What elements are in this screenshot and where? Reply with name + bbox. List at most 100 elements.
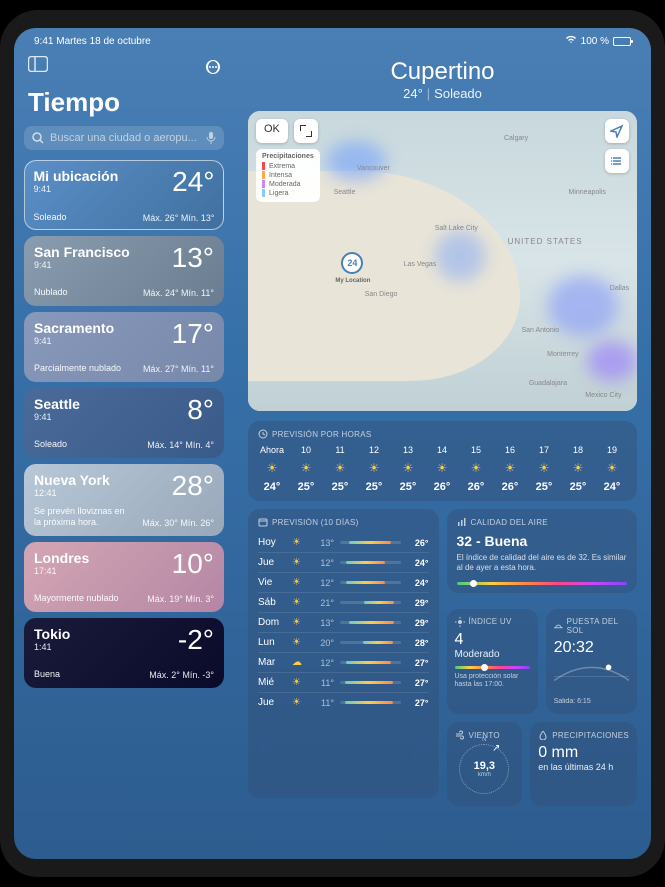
day-high: 24° <box>407 578 429 588</box>
sun-icon: ☀ <box>301 461 312 475</box>
daily-row[interactable]: Jue ☀ 12° 24° <box>258 552 429 572</box>
city-card[interactable]: Londres 17:41 10° Mayormente nublado Máx… <box>24 542 224 612</box>
hour-time: 11 <box>335 445 344 455</box>
city-condition: Soleado <box>34 212 67 223</box>
hour-column: 12 ☀ 25° <box>360 445 388 493</box>
precipitation-card[interactable]: PRECIPITACIONES 0 mm en las últimas 24 h <box>530 722 637 806</box>
day-low: 12° <box>312 558 334 568</box>
wifi-icon <box>565 35 577 47</box>
map-layers-button[interactable] <box>605 149 629 173</box>
map-locate-button[interactable] <box>605 119 629 143</box>
temp-range-bar <box>340 601 401 604</box>
daily-row[interactable]: Jue ☀ 11° 27° <box>258 692 429 712</box>
day-low: 12° <box>312 658 334 668</box>
search-input[interactable]: Buscar una ciudad o aeropu... <box>24 126 224 150</box>
daily-row[interactable]: Mar ☁ 12° 27° <box>258 652 429 672</box>
city-temp: 10° <box>172 550 214 578</box>
city-name: Seattle <box>34 396 80 412</box>
map-ok-button[interactable]: OK <box>256 119 288 143</box>
temp-range-bar <box>340 561 401 564</box>
wind-card[interactable]: VIENTO N ↗ 19,3 km/h <box>447 722 523 806</box>
weather-icon: ☀ <box>292 617 306 628</box>
map-city-label: Guadalajara <box>529 380 567 387</box>
sidebar-toggle-icon[interactable] <box>28 56 48 77</box>
city-time: 1:41 <box>34 642 70 652</box>
daily-row[interactable]: Hoy ☀ 13° 26° <box>258 533 429 552</box>
day-low: 11° <box>312 698 334 708</box>
hour-column: 15 ☀ 26° <box>462 445 490 493</box>
map-city-label: San Diego <box>365 291 398 298</box>
wind-arrow-icon: ↗ <box>492 743 500 754</box>
air-quality-card[interactable]: CALIDAD DEL AIRE 32 - Buena El índice de… <box>447 509 638 593</box>
hour-column: 16 ☀ 26° <box>496 445 524 493</box>
city-temp: 8° <box>187 396 214 424</box>
temp-range-bar <box>340 621 401 624</box>
weather-icon: ☁ <box>292 657 306 668</box>
aqi-header: CALIDAD DEL AIRE <box>471 518 548 527</box>
city-card[interactable]: Tokio 1:41 -2° Buena Máx. 2° Mín. -3° <box>24 618 224 688</box>
location-header: Cupertino 24°|Soleado <box>248 58 637 101</box>
day-low: 11° <box>312 678 334 688</box>
city-temp: -2° <box>178 626 214 654</box>
temp-range-bar <box>340 661 401 664</box>
wind-icon <box>455 730 465 740</box>
daily-row[interactable]: Lun ☀ 20° 28° <box>258 632 429 652</box>
hour-time: 18 <box>573 445 583 455</box>
sun-icon: ☀ <box>335 461 346 475</box>
weather-icon: ☀ <box>292 637 306 648</box>
city-condition: Se prevén lloviznas en la próxima hora. <box>34 506 134 528</box>
temp-range-bar <box>340 641 401 644</box>
hour-temp: 25° <box>536 481 553 493</box>
status-bar: 9:41 Martes 18 de octubre 100 % <box>14 28 651 50</box>
daily-row[interactable]: Sáb ☀ 21° 29° <box>258 592 429 612</box>
map-city-label: Calgary <box>504 135 528 142</box>
day-name: Jue <box>258 557 286 568</box>
location-cond: Soleado <box>434 86 482 101</box>
city-card[interactable]: Nueva York 12:41 28° Se prevén lloviznas… <box>24 464 224 536</box>
main-panel: Cupertino 24°|Soleado Calgary Vancouver … <box>234 28 651 859</box>
map-city-label: Monterrey <box>547 351 579 358</box>
city-list: Mi ubicación 9:41 24° Soleado Máx. 26° M… <box>24 160 224 688</box>
precipitation-map[interactable]: Calgary Vancouver Seattle Minneapolis Sa… <box>248 111 637 411</box>
day-name: Jue <box>258 697 286 708</box>
sunset-card[interactable]: PUESTA DEL SOL 20:32 Salida: 6:15 <box>546 609 637 714</box>
map-city-label: Vancouver <box>357 165 390 172</box>
more-options-icon[interactable] <box>206 60 220 74</box>
battery-pct: 100 % <box>581 36 609 47</box>
city-name: Nueva York <box>34 472 110 488</box>
sun-icon: ☀ <box>403 461 414 475</box>
hour-time: Ahora <box>260 445 284 455</box>
city-time: 9:41 <box>34 184 119 194</box>
hour-temp: 25° <box>366 481 383 493</box>
city-hilo: Máx. 27° Mín. 11° <box>143 364 214 374</box>
city-card[interactable]: Mi ubicación 9:41 24° Soleado Máx. 26° M… <box>24 160 224 230</box>
daily-row[interactable]: Vie ☀ 12° 24° <box>258 572 429 592</box>
city-card[interactable]: Seattle 9:41 8° Soleado Máx. 14° Mín. 4° <box>24 388 224 458</box>
city-hilo: Máx. 19° Mín. 3° <box>147 594 214 604</box>
city-card[interactable]: San Francisco 9:41 13° Nublado Máx. 24° … <box>24 236 224 306</box>
day-name: Mié <box>258 677 286 688</box>
day-low: 20° <box>312 638 334 648</box>
mic-icon[interactable] <box>206 132 216 144</box>
daily-forecast-card[interactable]: PREVISIÓN (10 DÍAS) Hoy ☀ 13° 26° Jue ☀ … <box>248 509 439 798</box>
city-card[interactable]: Sacramento 9:41 17° Parcialmente nublado… <box>24 312 224 382</box>
daily-row[interactable]: Mié ☀ 11° 27° <box>258 672 429 692</box>
uv-value: 4 <box>455 631 530 649</box>
city-temp: 13° <box>172 244 214 272</box>
sun-icon: ☀ <box>267 461 278 475</box>
map-expand-button[interactable] <box>294 119 318 143</box>
search-placeholder: Buscar una ciudad o aeropu... <box>50 132 200 144</box>
daily-row[interactable]: Dom ☀ 13° 29° <box>258 612 429 632</box>
city-name: Londres <box>34 550 89 566</box>
map-legend: Precipitaciones ExtremaIntensaModeradaLi… <box>256 149 320 202</box>
city-hilo: Máx. 2° Mín. -3° <box>149 670 214 680</box>
hour-time: 12 <box>369 445 379 455</box>
search-icon <box>32 132 44 144</box>
uv-index-card[interactable]: ÍNDICE UV 4 Moderado Usa protección sola… <box>447 609 538 714</box>
day-high: 28° <box>407 638 429 648</box>
location-arrow-icon <box>610 124 624 138</box>
hourly-forecast-card[interactable]: PREVISIÓN POR HORAS Ahora ☀ 24° 10 ☀ 25°… <box>248 421 637 501</box>
city-name: Sacramento <box>34 320 114 336</box>
day-name: Lun <box>258 637 286 648</box>
hour-time: 13 <box>403 445 413 455</box>
